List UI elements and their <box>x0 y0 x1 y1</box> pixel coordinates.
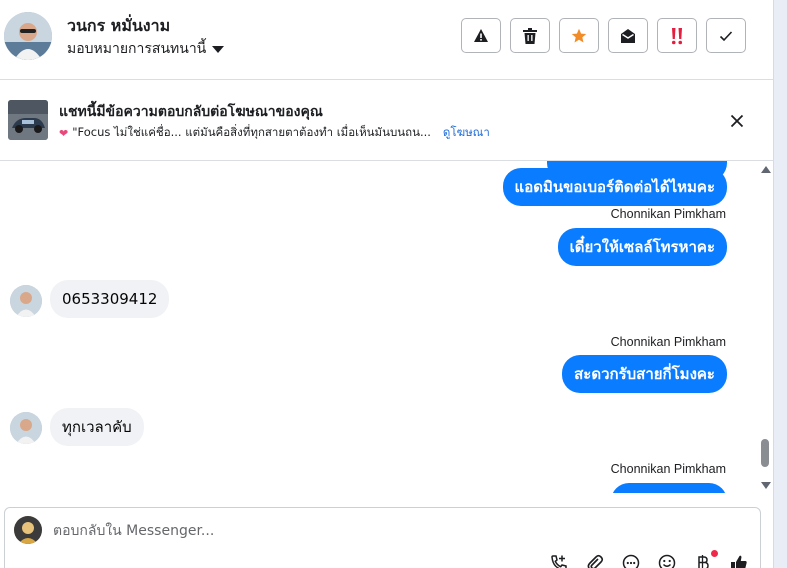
warning-icon <box>474 28 488 42</box>
star-button[interactable] <box>559 18 599 53</box>
message-bubble-incoming[interactable]: 0653309412 <box>50 280 170 318</box>
double-exclamation-icon <box>671 27 683 44</box>
close-icon <box>730 114 744 128</box>
sender-name: Chonnikan Pimkham <box>610 335 726 349</box>
delete-button[interactable] <box>510 18 550 53</box>
message-bubble-outgoing[interactable] <box>611 483 727 493</box>
emoji-button[interactable] <box>656 552 678 568</box>
emoji-icon <box>658 554 676 568</box>
phone-plus-icon <box>551 555 567 568</box>
header-actions <box>461 18 746 53</box>
mark-unread-button[interactable] <box>608 18 648 53</box>
scroll-up-arrow-icon[interactable] <box>761 166 771 173</box>
assign-conversation-dropdown[interactable]: มอบหมายการสนทนานี้ <box>67 38 225 60</box>
contact-avatar-small[interactable] <box>10 285 42 317</box>
composer-tools <box>548 550 750 568</box>
check-icon <box>719 30 733 41</box>
mark-done-button[interactable] <box>706 18 746 53</box>
ad-snippet: "Focus ไม่ใช่แค่ชื่อ... แต่มันคือสิ่งที่… <box>72 125 431 139</box>
ad-banner-subtitle: ❤ "Focus ไม่ใช่แค่ชื่อ... แต่มันคือสิ่งท… <box>59 124 490 142</box>
close-banner-button[interactable] <box>728 112 746 130</box>
ad-banner-title: แชทนี้มีข้อความตอบกลับต่อโฆษณาของคุณ <box>59 104 323 120</box>
paperclip-icon <box>587 554 604 568</box>
contact-name[interactable]: วนกร หมั่นงาม <box>67 14 170 39</box>
message-bubble-incoming[interactable]: ทุกเวลาคับ <box>50 408 144 446</box>
notification-dot <box>711 550 718 557</box>
message-composer <box>4 507 761 568</box>
thumbs-up-icon <box>731 555 747 568</box>
sender-name: Chonnikan Pimkham <box>610 462 726 476</box>
thread-scrollbar[interactable] <box>757 161 773 493</box>
baht-icon <box>698 555 709 568</box>
message-thread: แอดมินขอเบอร์ติดต่อได้ไหมคะ Chonnikan Pi… <box>0 161 773 493</box>
conversation-header: วนกร หมั่นงาม มอบหมายการสนทนานี้ <box>0 0 773 80</box>
caret-down-icon <box>212 45 225 53</box>
call-button[interactable] <box>548 552 570 568</box>
trash-icon <box>523 27 537 44</box>
contact-avatar[interactable] <box>4 12 52 60</box>
ad-thumbnail[interactable] <box>8 100 48 140</box>
report-spam-button[interactable] <box>461 18 501 53</box>
star-icon <box>571 28 587 42</box>
page-avatar <box>14 516 42 544</box>
open-envelope-icon <box>621 28 635 43</box>
scroll-down-arrow-icon[interactable] <box>761 482 771 489</box>
sender-name: Chonnikan Pimkham <box>610 207 726 221</box>
window-edge <box>773 0 787 568</box>
contact-avatar-small[interactable] <box>10 412 42 444</box>
message-bubble-outgoing[interactable]: แอดมินขอเบอร์ติดต่อได้ไหมคะ <box>502 168 727 206</box>
reply-input[interactable] <box>53 520 533 542</box>
heart-icon: ❤ <box>59 126 69 140</box>
view-ad-link[interactable]: ดูโฆษณา <box>443 124 490 142</box>
ad-reply-banner: แชทนี้มีข้อความตอบกลับต่อโฆษณาของคุณ ❤ "… <box>0 81 773 161</box>
attach-button[interactable] <box>584 552 606 568</box>
chat-dots-icon <box>622 554 640 568</box>
message-bubble-outgoing[interactable]: สะดวกรับสายกี่โมงคะ <box>562 355 727 393</box>
like-button[interactable] <box>728 552 750 568</box>
saved-replies-button[interactable] <box>620 552 642 568</box>
message-bubble-outgoing[interactable]: เดี๋ยวให้เซลล์โทรหาคะ <box>557 228 727 266</box>
payment-button[interactable] <box>692 550 718 568</box>
scrollbar-thumb[interactable] <box>761 439 769 467</box>
assign-label: มอบหมายการสนทนานี้ <box>67 41 207 57</box>
follow-up-button[interactable] <box>657 18 697 53</box>
